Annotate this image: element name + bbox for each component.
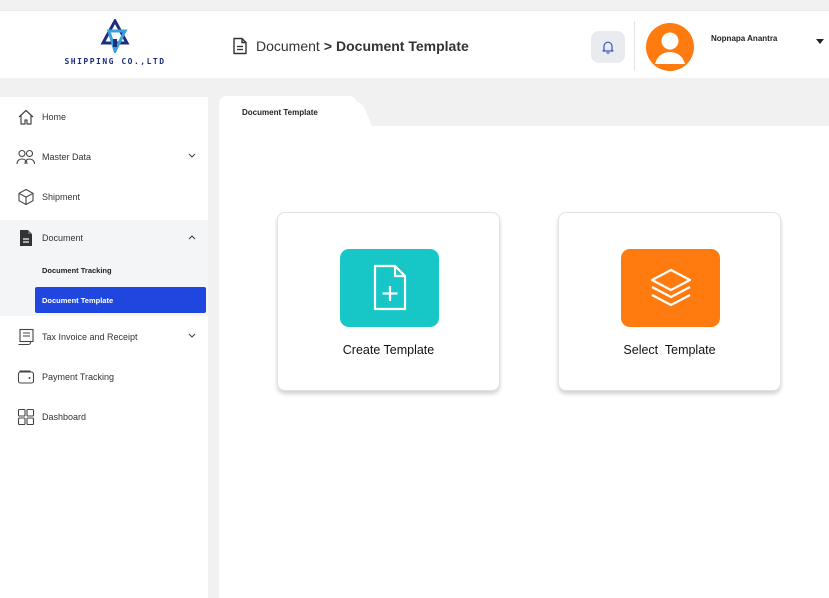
box-icon [16, 187, 36, 207]
sidebar-item-label: Master Data [42, 152, 92, 162]
wallet-icon [16, 367, 36, 387]
home-icon [16, 107, 36, 127]
breadcrumb: Document > Document Template [232, 37, 469, 55]
sidebar-subitem-document-tracking[interactable]: Document Tracking [35, 257, 206, 283]
avatar[interactable] [646, 23, 694, 71]
sidebar-item-payment-tracking[interactable]: Payment Tracking [0, 357, 208, 397]
grid-icon [16, 407, 36, 427]
logo-mark-icon [100, 19, 130, 53]
file-plus-icon [373, 264, 406, 311]
select-template-tile [621, 249, 720, 327]
chevron-up-icon [188, 235, 196, 240]
sidebar-item-label: Home [42, 112, 67, 122]
sidebar: Home Master Data Shipment Document Docum… [0, 97, 208, 598]
bell-icon [602, 41, 614, 54]
create-template-label: Create Template [342, 343, 435, 357]
document-icon [233, 37, 247, 55]
create-template-card[interactable]: Create Template [277, 212, 500, 391]
user-name[interactable]: Nopnapa Anantra [711, 34, 777, 43]
sidebar-item-label: Shipment [42, 192, 81, 202]
sidebar-item-dashboard[interactable]: Dashboard [0, 397, 208, 437]
header-divider [634, 21, 635, 71]
user-menu-caret-icon[interactable] [816, 39, 824, 44]
user-avatar-icon [655, 32, 685, 64]
chevron-down-icon [188, 333, 196, 338]
sidebar-item-label: Payment Tracking [42, 372, 115, 382]
receipt-icon [16, 327, 36, 347]
company-logo[interactable]: SHIPPING CO.,LTD [50, 19, 180, 75]
select-template-card[interactable]: Select Template [558, 212, 781, 391]
users-icon [16, 147, 36, 167]
create-template-tile [340, 249, 439, 327]
sidebar-item-master-data[interactable]: Master Data [0, 137, 208, 177]
sidebar-item-home[interactable]: Home [0, 97, 208, 137]
sidebar-item-label: Document [42, 233, 84, 243]
sidebar-item-label: Dashboard [42, 412, 87, 422]
sidebar-item-document[interactable]: Document [0, 218, 208, 258]
sidebar-subitem-document-template[interactable]: Document Template [35, 287, 206, 313]
file-icon [16, 228, 36, 248]
top-header: SHIPPING CO.,LTD Document > Document Tem… [0, 10, 829, 78]
breadcrumb-parent[interactable]: Document [256, 38, 320, 54]
sidebar-item-label: Tax Invoice and Receipt [42, 332, 138, 342]
tab-label: Document Template [242, 108, 318, 117]
select-template-label: Select Template [623, 343, 716, 357]
company-name: SHIPPING CO.,LTD [64, 57, 166, 66]
chevron-down-icon [188, 153, 196, 158]
tab-bar: Document Template [219, 96, 829, 126]
breadcrumb-current: Document Template [336, 38, 469, 54]
notification-button[interactable] [591, 31, 625, 63]
main-content: Document Template Create Template Select… [219, 96, 829, 598]
sidebar-item-tax-invoice[interactable]: Tax Invoice and Receipt [0, 317, 208, 357]
sidebar-item-shipment[interactable]: Shipment [0, 177, 208, 217]
layers-icon [650, 268, 691, 307]
tab-document-template[interactable]: Document Template [219, 96, 357, 126]
breadcrumb-separator: > [323, 38, 332, 54]
